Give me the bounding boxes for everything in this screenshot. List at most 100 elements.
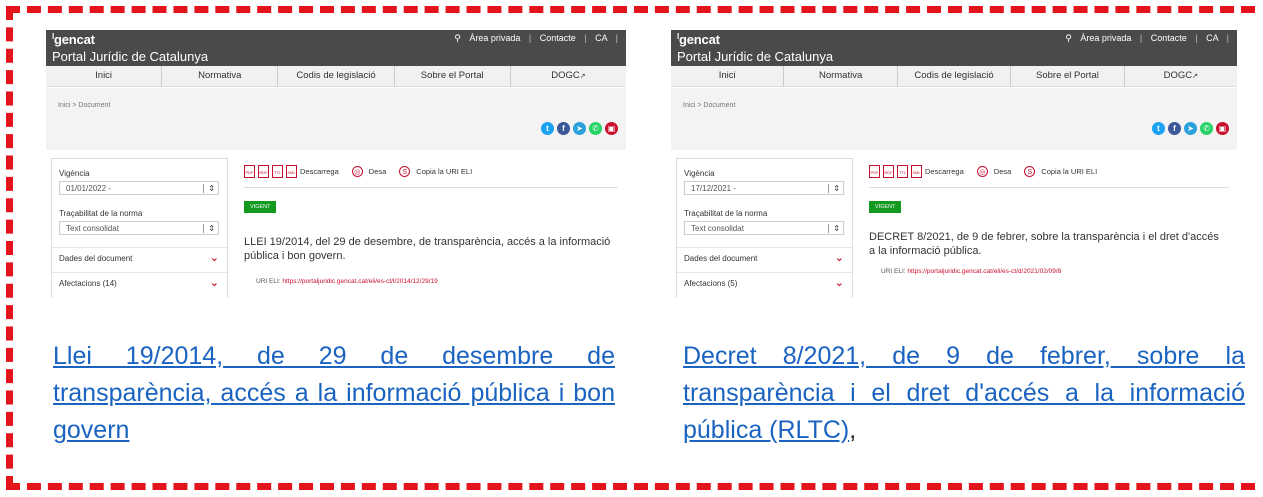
copy-uri-link[interactable]: Copia la URI ELI: [416, 167, 472, 176]
document-title: DECRET 8/2021, de 9 de febrer, sobre la …: [869, 231, 1219, 257]
download-link[interactable]: Descarrega: [925, 167, 964, 176]
external-link-icon: ↗: [579, 73, 586, 80]
private-area-link[interactable]: Àrea privada: [1080, 33, 1131, 43]
divider: [869, 187, 1229, 188]
tracabilitat-select[interactable]: Text consolidat ⇕: [59, 221, 219, 235]
language-link[interactable]: CA: [595, 33, 607, 43]
main-nav: Inici Normativa Codis de legislació Sobr…: [671, 66, 1237, 87]
print-icon[interactable]: ▣: [605, 122, 618, 135]
rdf-icon[interactable]: RDF: [258, 165, 269, 178]
document-main: PDF RDF TTL XML Descarrega ◎ Desa S Copi…: [244, 158, 626, 298]
uri-eli: URI ELI: https://portaljuridic.gencat.ca…: [256, 278, 438, 285]
pdf-icon[interactable]: PDF: [244, 165, 255, 178]
breadcrumb-band: Inici > Document t f ➤ ✆ ▣: [46, 88, 626, 150]
llei-link[interactable]: Llei 19/2014, de 29 de desembre de trans…: [53, 342, 615, 444]
nav-item-normativa[interactable]: Normativa: [784, 66, 898, 86]
breadcrumb: Inici > Document: [58, 102, 111, 109]
nav-item-codis[interactable]: Codis de legislació: [278, 66, 395, 86]
separator: |: [615, 33, 618, 43]
tracabilitat-label: Traçabilitat de la norma: [684, 209, 768, 218]
accordion-afectacions[interactable]: Afectacions (5) ⌄: [677, 272, 852, 295]
sidebar: Vigència 01/01/2022 - ⇕ Traçabilitat de l…: [51, 158, 228, 298]
select-arrows-icon: ⇕: [833, 184, 840, 193]
header-bar: Igencat Portal Jurídic de Catalunya ⚲ Àr…: [46, 30, 626, 66]
breadcrumb: Inici > Document: [683, 102, 736, 109]
portal-title: Portal Jurídic de Catalunya: [52, 49, 209, 64]
save-icon: ◎: [351, 166, 363, 177]
private-area-link[interactable]: Àrea privada: [469, 33, 520, 43]
twitter-icon[interactable]: t: [1152, 122, 1165, 135]
nav-item-codis[interactable]: Codis de legislació: [898, 66, 1012, 86]
user-icon: ⚲: [1065, 33, 1072, 43]
telegram-icon[interactable]: ➤: [573, 122, 586, 135]
top-links: ⚲ Àrea privada | Contacte | CA |: [448, 33, 618, 44]
download-link[interactable]: Descarrega: [300, 167, 339, 176]
save-link[interactable]: Desa: [369, 167, 387, 176]
save-icon: ◎: [976, 166, 988, 177]
chevron-down-icon: ⌄: [209, 277, 219, 289]
top-links: ⚲ Àrea privada | Contacte | CA |: [1059, 33, 1229, 44]
decret-link[interactable]: Decret 8/2021, de 9 de febrer, sobre la …: [683, 342, 1245, 444]
document-main: PDF RDF TTL XML Descarrega ◎ Desa S Copi…: [869, 158, 1237, 298]
save-link[interactable]: Desa: [994, 167, 1012, 176]
ttl-icon[interactable]: TTL: [897, 165, 908, 178]
uri-eli: URI ELI: https://portaljuridic.gencat.ca…: [881, 268, 1062, 275]
copy-uri-icon: S: [1024, 166, 1036, 177]
whatsapp-icon[interactable]: ✆: [589, 122, 602, 135]
nav-item-inici[interactable]: Inici: [46, 66, 163, 86]
nav-item-dogc[interactable]: DOGC↗: [1125, 66, 1237, 86]
vigencia-select[interactable]: 01/01/2022 - ⇕: [59, 181, 219, 195]
nav-item-sobre[interactable]: Sobre el Portal: [395, 66, 511, 86]
nav-item-inici[interactable]: Inici: [671, 66, 785, 86]
whatsapp-icon[interactable]: ✆: [1200, 122, 1213, 135]
uri-eli-link[interactable]: https://portaljuridic.gencat.cat/eli/es-…: [907, 268, 1061, 275]
language-link[interactable]: CA: [1206, 33, 1218, 43]
nav-item-normativa[interactable]: Normativa: [162, 66, 279, 86]
vigencia-select[interactable]: 17/12/2021 - ⇕: [684, 181, 844, 195]
pdf-icon[interactable]: PDF: [869, 165, 880, 178]
facebook-icon[interactable]: f: [557, 122, 570, 135]
social-share: t f ➤ ✆ ▣: [541, 122, 618, 135]
contact-link[interactable]: Contacte: [540, 33, 576, 43]
gencat-logo[interactable]: Igencat: [677, 32, 720, 47]
rdf-icon[interactable]: RDF: [883, 165, 894, 178]
facebook-icon[interactable]: f: [1168, 122, 1181, 135]
vigencia-label: Vigència: [684, 169, 715, 178]
divider: [244, 187, 618, 188]
twitter-icon[interactable]: t: [541, 122, 554, 135]
separator: |: [584, 33, 587, 43]
xml-icon[interactable]: XML: [911, 165, 922, 178]
user-icon: ⚲: [454, 33, 461, 43]
caption-suffix: ,: [849, 416, 857, 444]
accordion-dades[interactable]: Dades del document ⌄: [677, 247, 852, 270]
ttl-icon[interactable]: TTL: [272, 165, 283, 178]
caption-decret: Decret 8/2021, de 9 de febrer, sobre la …: [683, 338, 1245, 449]
document-actions: PDF RDF TTL XML Descarrega ◎ Desa S Copi…: [244, 165, 472, 178]
tracabilitat-label: Traçabilitat de la norma: [59, 209, 143, 218]
document-actions: PDF RDF TTL XML Descarrega ◎ Desa S Copi…: [869, 165, 1097, 178]
gencat-logo[interactable]: Igencat: [52, 32, 95, 47]
copy-uri-link[interactable]: Copia la URI ELI: [1041, 167, 1097, 176]
chevron-down-icon: ⌄: [209, 252, 219, 264]
accordion-dades[interactable]: Dades del document ⌄: [52, 247, 227, 270]
xml-icon[interactable]: XML: [286, 165, 297, 178]
uri-eli-link[interactable]: https://portaljuridic.gencat.cat/eli/es-…: [282, 278, 437, 285]
separator: |: [1195, 33, 1198, 43]
nav-item-dogc[interactable]: DOGC↗: [511, 66, 626, 86]
chevron-down-icon: ⌄: [834, 252, 844, 264]
screenshot-llei: Igencat Portal Jurídic de Catalunya ⚲ Àr…: [36, 30, 636, 298]
select-arrows-icon: ⇕: [833, 224, 840, 233]
status-badge: VIGENT: [869, 201, 902, 213]
accordion-afectacions[interactable]: Afectacions (14) ⌄: [52, 272, 227, 295]
separator: |: [528, 33, 532, 43]
caption-llei: Llei 19/2014, de 29 de desembre de trans…: [53, 338, 615, 449]
print-icon[interactable]: ▣: [1216, 122, 1229, 135]
nav-item-sobre[interactable]: Sobre el Portal: [1011, 66, 1125, 86]
status-badge: VIGENT: [244, 201, 277, 213]
telegram-icon[interactable]: ➤: [1184, 122, 1197, 135]
main-nav: Inici Normativa Codis de legislació Sobr…: [46, 66, 626, 87]
copy-uri-icon: S: [399, 166, 411, 177]
document-title: LLEI 19/2014, del 29 de desembre, de tra…: [244, 236, 611, 262]
tracabilitat-select[interactable]: Text consolidat ⇕: [684, 221, 844, 235]
contact-link[interactable]: Contacte: [1151, 33, 1187, 43]
